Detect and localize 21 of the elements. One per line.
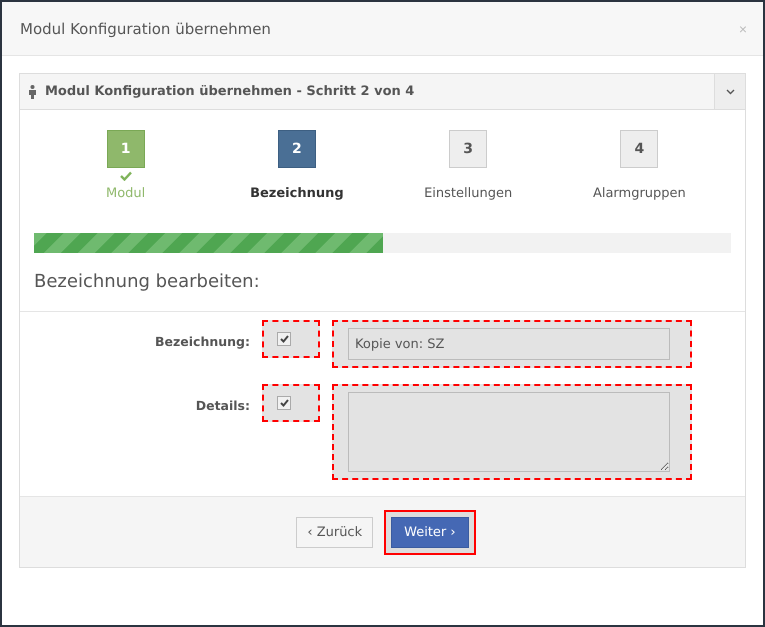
section-heading: Bezeichnung bearbeiten: <box>34 271 260 292</box>
window-title: Modul Konfiguration übernehmen <box>20 20 271 38</box>
step-number[interactable]: 3 <box>449 130 488 168</box>
panel-title: Modul Konfiguration übernehmen - Schritt 2 von 4 <box>45 84 414 99</box>
next-button[interactable]: Weiter › <box>391 516 469 548</box>
collapse-toggle[interactable] <box>714 74 745 109</box>
step-label: Modul <box>106 186 146 201</box>
step-label: Alarmgruppen <box>592 186 686 201</box>
field-label: Bezeichnung: <box>154 333 250 349</box>
step-label: Bezeichnung <box>250 186 344 201</box>
step-number[interactable]: 4 <box>620 130 658 168</box>
check-icon <box>120 171 132 181</box>
step-label: Einstellungen <box>424 186 512 201</box>
person-icon <box>28 84 37 98</box>
field-label: Details: <box>194 397 250 413</box>
text-field[interactable]: Kopie von: SZ <box>348 328 670 360</box>
checkbox[interactable] <box>277 396 291 410</box>
chevron-down-icon <box>726 88 734 94</box>
checkbox[interactable] <box>277 332 291 346</box>
step-number[interactable]: 2 <box>278 130 316 168</box>
back-button[interactable]: ‹ Zurück <box>296 516 374 548</box>
